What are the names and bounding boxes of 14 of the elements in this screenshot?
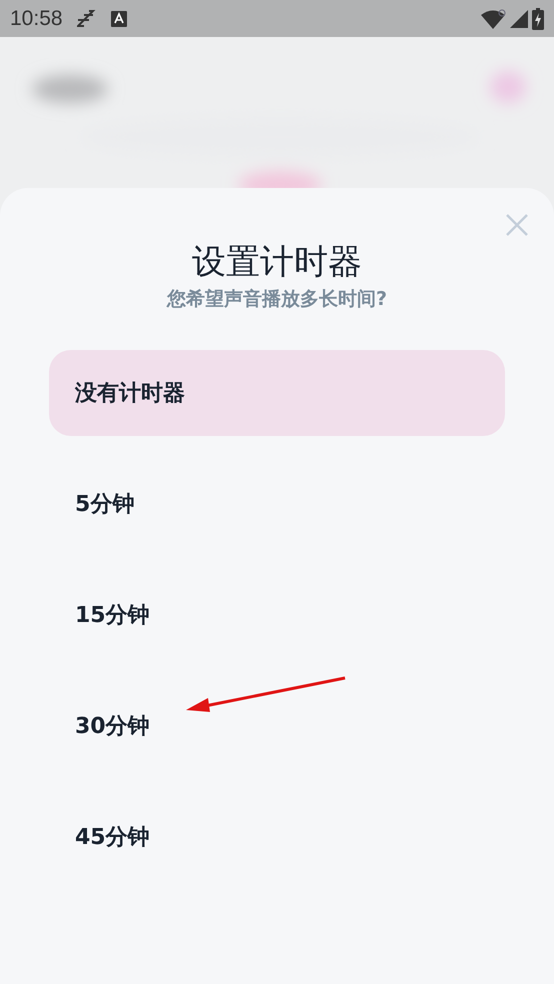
signal-icon [510,10,528,28]
keyboard-icon [110,10,127,26]
battery-icon [532,8,544,30]
wifi-icon [480,8,506,28]
sheet-title: 设置计时器 [191,241,363,284]
timer-option[interactable]: 15分钟 [49,572,505,658]
timer-option[interactable]: 没有计时器 [49,350,505,436]
timer-option[interactable]: 30分钟 [49,683,505,769]
timer-option[interactable]: 5分钟 [49,461,505,547]
sleep-icon [76,10,97,28]
timer-option[interactable]: 45分钟 [49,794,505,880]
status-time: 10:58 [10,6,63,30]
close-icon[interactable] [506,214,528,236]
sheet-subtitle: 您希望声音播放多长时间? [166,287,388,312]
